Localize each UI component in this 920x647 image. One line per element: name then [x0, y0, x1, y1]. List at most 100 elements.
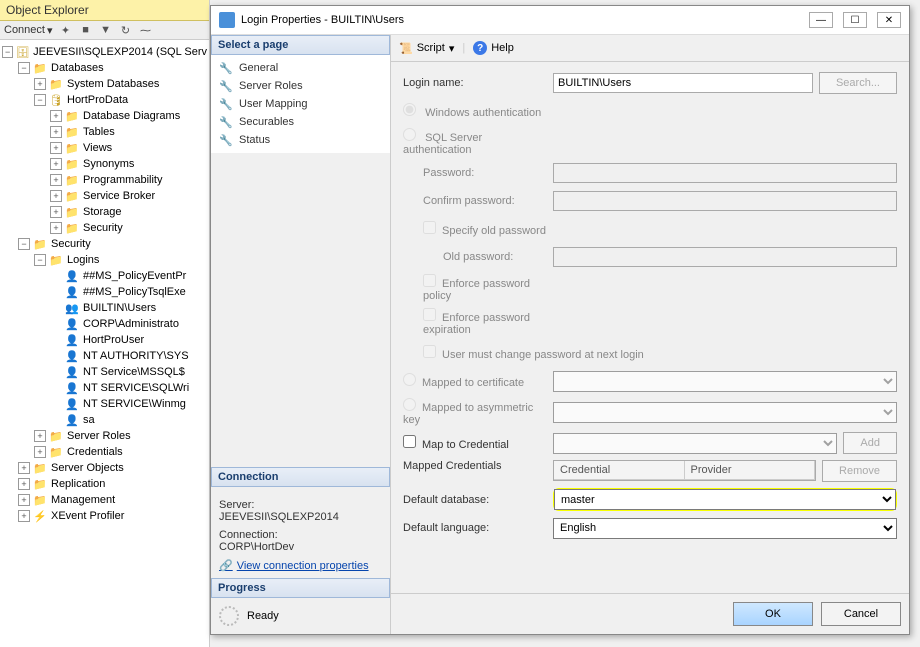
dialog-toolbar: 📜Script ▾ | ?Help: [391, 35, 909, 62]
page-securables[interactable]: 🔧Securables: [215, 113, 386, 131]
expand-icon[interactable]: +: [18, 462, 30, 474]
db-diagrams-node[interactable]: +📁Database Diagrams: [0, 108, 209, 124]
old-password-input: [553, 247, 897, 267]
collapse-icon[interactable]: −: [34, 94, 46, 106]
dialog-titlebar[interactable]: Login Properties - BUILTIN\Users — ☐ ✕: [211, 6, 909, 35]
login-item[interactable]: 👤NT SERVICE\Winmg: [0, 396, 209, 412]
security-db-node[interactable]: +📁Security: [0, 220, 209, 236]
must-change-row: User must change password at next login: [403, 345, 644, 361]
expand-icon[interactable]: +: [18, 510, 30, 522]
expand-icon[interactable]: +: [34, 446, 46, 458]
tables-node[interactable]: +📁Tables: [0, 124, 209, 140]
close-button[interactable]: ✕: [877, 12, 901, 28]
search-button: Search...: [819, 72, 897, 94]
expand-icon[interactable]: +: [50, 222, 62, 234]
expand-icon[interactable]: +: [34, 78, 46, 90]
dialog-title-text: Login Properties - BUILTIN\Users: [241, 14, 404, 26]
collapse-icon[interactable]: −: [34, 254, 46, 266]
views-node[interactable]: +📁Views: [0, 140, 209, 156]
connect-dropdown[interactable]: Connect▾: [4, 24, 53, 37]
default-language-select[interactable]: English: [553, 518, 897, 539]
ok-button[interactable]: OK: [733, 602, 813, 626]
password-input: [553, 163, 897, 183]
collapse-icon[interactable]: −: [18, 238, 30, 250]
credential-column-header: Credential: [554, 461, 685, 479]
map-cred-checkbox[interactable]: [403, 435, 416, 448]
security-node[interactable]: −📁Security: [0, 236, 209, 252]
view-connection-link[interactable]: 🔗View connection properties: [219, 559, 382, 572]
expand-icon[interactable]: +: [18, 494, 30, 506]
hortprodata-node[interactable]: −🛢HortProData: [0, 92, 209, 108]
login-item[interactable]: 👤NT AUTHORITY\SYS: [0, 348, 209, 364]
wrench-icon: 🔧: [219, 115, 233, 129]
page-server-roles[interactable]: 🔧Server Roles: [215, 77, 386, 95]
login-name-input[interactable]: [553, 73, 813, 93]
expand-icon[interactable]: +: [50, 206, 62, 218]
management-node[interactable]: +📁Management: [0, 492, 209, 508]
expand-icon[interactable]: +: [50, 174, 62, 186]
connection-header: Connection: [211, 467, 390, 487]
server-node[interactable]: −🗄JEEVESII\SQLEXP2014 (SQL Serv: [0, 44, 209, 60]
specify-old-checkbox: [423, 221, 436, 234]
login-icon: 👤: [64, 397, 80, 411]
login-icon: 👥: [64, 301, 80, 315]
expand-icon[interactable]: +: [50, 142, 62, 154]
activity-icon[interactable]: ⁓: [139, 23, 153, 37]
page-user-mapping[interactable]: 🔧User Mapping: [215, 95, 386, 113]
help-button[interactable]: ?Help: [473, 41, 514, 55]
login-item[interactable]: 👤HortProUser: [0, 332, 209, 348]
enforce-policy-checkbox: [423, 274, 436, 287]
login-item[interactable]: 👤CORP\Administrato: [0, 316, 209, 332]
login-item[interactable]: 👤NT SERVICE\SQLWri: [0, 380, 209, 396]
cancel-button[interactable]: Cancel: [821, 602, 901, 626]
xevent-icon: ⚡: [32, 509, 48, 523]
logins-node[interactable]: −📁Logins: [0, 252, 209, 268]
expand-icon[interactable]: +: [50, 190, 62, 202]
folder-icon: 📁: [32, 61, 48, 75]
storage-node[interactable]: +📁Storage: [0, 204, 209, 220]
system-databases-node[interactable]: +📁System Databases: [0, 76, 209, 92]
mapped-creds-table[interactable]: Credential Provider: [553, 460, 816, 481]
disconnect-icon[interactable]: ✦: [59, 23, 73, 37]
folder-icon: 📁: [64, 141, 80, 155]
script-dropdown[interactable]: 📜Script ▾: [399, 42, 454, 55]
collapse-icon[interactable]: −: [2, 46, 13, 58]
login-item[interactable]: 👤NT Service\MSSQL$: [0, 364, 209, 380]
dialog-left-column: Select a page 🔧General 🔧Server Roles 🔧Us…: [211, 35, 391, 634]
login-item[interactable]: 👥BUILTIN\Users: [0, 300, 209, 316]
programmability-node[interactable]: +📁Programmability: [0, 172, 209, 188]
login-item[interactable]: 👤##MS_PolicyTsqlExe: [0, 284, 209, 300]
expand-icon[interactable]: +: [50, 110, 62, 122]
replication-node[interactable]: +📁Replication: [0, 476, 209, 492]
page-status[interactable]: 🔧Status: [215, 131, 386, 149]
servicebroker-node[interactable]: +📁Service Broker: [0, 188, 209, 204]
folder-icon: 📁: [32, 237, 48, 251]
expand-icon[interactable]: +: [50, 126, 62, 138]
serverroles-node[interactable]: +📁Server Roles: [0, 428, 209, 444]
dialog-right-column: 📜Script ▾ | ?Help Login name: Search... …: [391, 35, 909, 634]
tree: −🗄JEEVESII\SQLEXP2014 (SQL Serv −📁Databa…: [0, 40, 209, 528]
synonyms-node[interactable]: +📁Synonyms: [0, 156, 209, 172]
maximize-button[interactable]: ☐: [843, 12, 867, 28]
expand-icon[interactable]: +: [34, 430, 46, 442]
serverobjects-node[interactable]: +📁Server Objects: [0, 460, 209, 476]
page-general[interactable]: 🔧General: [215, 59, 386, 77]
databases-node[interactable]: −📁Databases: [0, 60, 209, 76]
credentials-node[interactable]: +📁Credentials: [0, 444, 209, 460]
minimize-button[interactable]: —: [809, 12, 833, 28]
filter-icon[interactable]: ▼: [99, 23, 113, 37]
login-item[interactable]: 👤##MS_PolicyEventPr: [0, 268, 209, 284]
xevent-node[interactable]: +⚡XEvent Profiler: [0, 508, 209, 524]
remove-button: Remove: [822, 460, 897, 482]
login-icon: 👤: [64, 285, 80, 299]
refresh-icon[interactable]: ↻: [119, 23, 133, 37]
default-db-label: Default database:: [403, 494, 553, 506]
stop-icon[interactable]: ■: [79, 23, 93, 37]
expand-icon[interactable]: +: [50, 158, 62, 170]
wrench-icon: 🔧: [219, 61, 233, 75]
collapse-icon[interactable]: −: [18, 62, 30, 74]
expand-icon[interactable]: +: [18, 478, 30, 490]
default-database-select[interactable]: master: [554, 489, 896, 510]
login-item[interactable]: 👤sa: [0, 412, 209, 428]
confirm-password-label: Confirm password:: [403, 195, 553, 207]
